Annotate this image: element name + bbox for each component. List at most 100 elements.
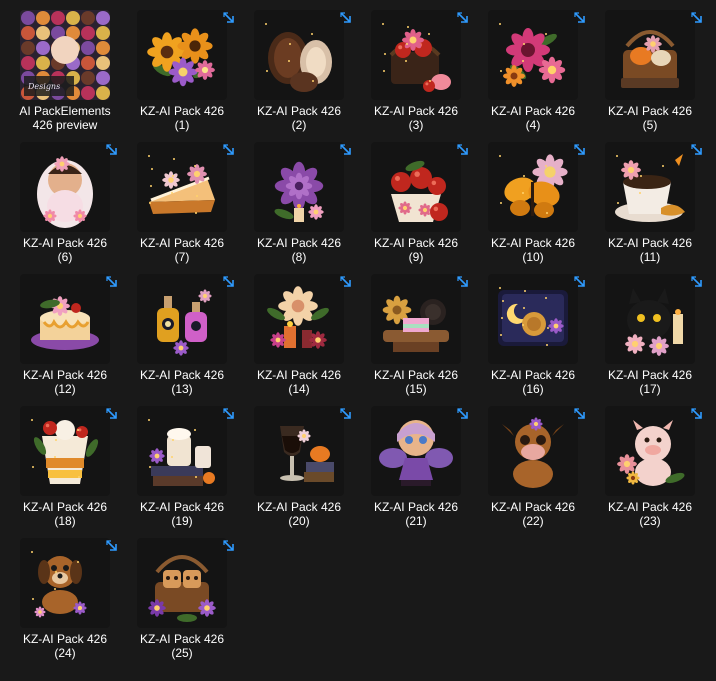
books-latte-icon[interactable] <box>137 406 227 496</box>
cookie-basket-icon[interactable] <box>137 538 227 628</box>
file-name-line1: KZ-AI Pack 426 <box>607 104 693 118</box>
preview-collage-icon[interactable]: Designs <box>20 10 110 100</box>
sunflower-bouquet-icon[interactable] <box>137 10 227 100</box>
pie-slice-icon[interactable] <box>137 142 227 232</box>
purple-rose-icon[interactable] <box>254 142 344 232</box>
file-name-line2: (22) <box>522 514 544 528</box>
file-name-line1: KZ-AI Pack 426 <box>139 500 225 514</box>
file-item[interactable]: Designs AI PackElements 426 preview <box>10 10 120 136</box>
file-name-line1: KZ-AI Pack 426 <box>256 500 342 514</box>
shortcut-arrow-icon <box>689 142 705 158</box>
pinecones-icon[interactable] <box>254 10 344 100</box>
file-name-line1: KZ-AI Pack 426 <box>373 500 459 514</box>
shortcut-arrow-icon <box>572 274 588 290</box>
file-name-line1: KZ-AI Pack 426 <box>373 368 459 382</box>
shortcut-arrow-icon <box>689 10 705 26</box>
pumpkin-basket-icon[interactable] <box>605 10 695 100</box>
file-name-label: KZ-AI Pack 426 (24) <box>10 632 120 660</box>
layer-cake-icon[interactable] <box>20 274 110 364</box>
file-item[interactable]: KZ-AI Pack 426 (20) <box>244 406 354 532</box>
file-name-line1: KZ-AI Pack 426 <box>256 104 342 118</box>
file-name-line2: (2) <box>291 118 307 132</box>
butterfly-icon[interactable] <box>488 142 578 232</box>
file-item[interactable]: KZ-AI Pack 426 (9) <box>361 142 471 268</box>
file-item[interactable]: KZ-AI Pack 426 (3) <box>361 10 471 136</box>
file-item[interactable]: KZ-AI Pack 426 (11) <box>595 142 705 268</box>
file-name-line1: KZ-AI Pack 426 <box>607 236 693 250</box>
file-name-label: KZ-AI Pack 426 (20) <box>244 500 354 528</box>
file-name-line2: 426 preview <box>32 118 98 132</box>
file-name-line2: (4) <box>525 118 541 132</box>
shortcut-arrow-icon <box>104 406 120 422</box>
file-item[interactable]: KZ-AI Pack 426 (22) <box>478 406 588 532</box>
file-name-label: KZ-AI Pack 426 (2) <box>244 104 354 132</box>
file-item[interactable]: KZ-AI Pack 426 (19) <box>127 406 237 532</box>
file-item[interactable]: KZ-AI Pack 426 (6) <box>10 142 120 268</box>
file-name-line1: KZ-AI Pack 426 <box>607 500 693 514</box>
file-item[interactable]: KZ-AI Pack 426 (17) <box>595 274 705 400</box>
file-item[interactable]: KZ-AI Pack 426 (24) <box>10 538 120 664</box>
file-item[interactable]: KZ-AI Pack 426 (23) <box>595 406 705 532</box>
file-item[interactable]: KZ-AI Pack 426 (4) <box>478 10 588 136</box>
file-item[interactable]: KZ-AI Pack 426 (2) <box>244 10 354 136</box>
shortcut-arrow-icon <box>104 142 120 158</box>
file-name-line1: KZ-AI Pack 426 <box>373 104 459 118</box>
file-name-line1: KZ-AI Pack 426 <box>22 632 108 646</box>
fruit-basket-icon[interactable] <box>371 10 461 100</box>
apple-cup-icon[interactable] <box>371 142 461 232</box>
file-name-line2: (8) <box>291 250 307 264</box>
file-name-line2: (17) <box>639 382 661 396</box>
file-item[interactable]: KZ-AI Pack 426 (16) <box>478 274 588 400</box>
rose-candle-icon[interactable] <box>254 274 344 364</box>
file-name-line2: (14) <box>288 382 310 396</box>
file-name-line1: KZ-AI Pack 426 <box>373 236 459 250</box>
shortcut-arrow-icon <box>689 274 705 290</box>
file-item[interactable]: KZ-AI Pack 426 (18) <box>10 406 120 532</box>
potion-bottles-icon[interactable] <box>137 274 227 364</box>
file-name-label: KZ-AI Pack 426 (7) <box>127 236 237 264</box>
file-name-label: KZ-AI Pack 426 (16) <box>478 368 588 396</box>
piglet-icon[interactable] <box>605 406 695 496</box>
file-name-line2: (11) <box>639 250 661 264</box>
file-name-label: KZ-AI Pack 426 (8) <box>244 236 354 264</box>
file-item[interactable]: KZ-AI Pack 426 (25) <box>127 538 237 664</box>
wine-books-icon[interactable] <box>254 406 344 496</box>
file-item[interactable]: KZ-AI Pack 426 (21) <box>361 406 471 532</box>
file-name-line1: KZ-AI Pack 426 <box>490 236 576 250</box>
mooncakes-icon[interactable] <box>371 274 461 364</box>
file-name-line2: (25) <box>171 646 193 660</box>
file-name-label: KZ-AI Pack 426 (6) <box>10 236 120 264</box>
file-item[interactable]: KZ-AI Pack 426 (5) <box>595 10 705 136</box>
file-item[interactable]: KZ-AI Pack 426 (8) <box>244 142 354 268</box>
parfait-icon[interactable] <box>20 406 110 496</box>
file-name-label: KZ-AI Pack 426 (3) <box>361 104 471 132</box>
file-name-label: KZ-AI Pack 426 (19) <box>127 500 237 528</box>
file-name-line2: (3) <box>408 118 424 132</box>
file-item[interactable]: KZ-AI Pack 426 (14) <box>244 274 354 400</box>
puppy-icon[interactable] <box>20 538 110 628</box>
file-name-line1: KZ-AI Pack 426 <box>490 368 576 382</box>
file-name-line2: (24) <box>54 646 76 660</box>
file-item[interactable]: KZ-AI Pack 426 (7) <box>127 142 237 268</box>
baby-cow-icon[interactable] <box>488 406 578 496</box>
file-item[interactable]: KZ-AI Pack 426 (12) <box>10 274 120 400</box>
file-name-line1: KZ-AI Pack 426 <box>139 368 225 382</box>
file-item[interactable]: KZ-AI Pack 426 (1) <box>127 10 237 136</box>
black-cat-candles-icon[interactable] <box>605 274 695 364</box>
file-name-line2: (1) <box>174 118 190 132</box>
shortcut-arrow-icon <box>221 406 237 422</box>
file-name-line2: (7) <box>174 250 190 264</box>
fairy-girl-icon[interactable] <box>371 406 461 496</box>
file-item[interactable]: KZ-AI Pack 426 (15) <box>361 274 471 400</box>
mooncake-tray-icon[interactable] <box>488 274 578 364</box>
shortcut-arrow-icon <box>689 406 705 422</box>
shortcut-arrow-icon <box>338 274 354 290</box>
coffee-cup-icon[interactable] <box>605 142 695 232</box>
file-item[interactable]: KZ-AI Pack 426 (10) <box>478 142 588 268</box>
file-name-label: KZ-AI Pack 426 (5) <box>595 104 705 132</box>
shortcut-arrow-icon <box>338 406 354 422</box>
file-item[interactable]: KZ-AI Pack 426 (13) <box>127 274 237 400</box>
pink-flowers-icon[interactable] <box>488 10 578 100</box>
file-name-line2: (20) <box>288 514 310 528</box>
baby-doll-icon[interactable] <box>20 142 110 232</box>
